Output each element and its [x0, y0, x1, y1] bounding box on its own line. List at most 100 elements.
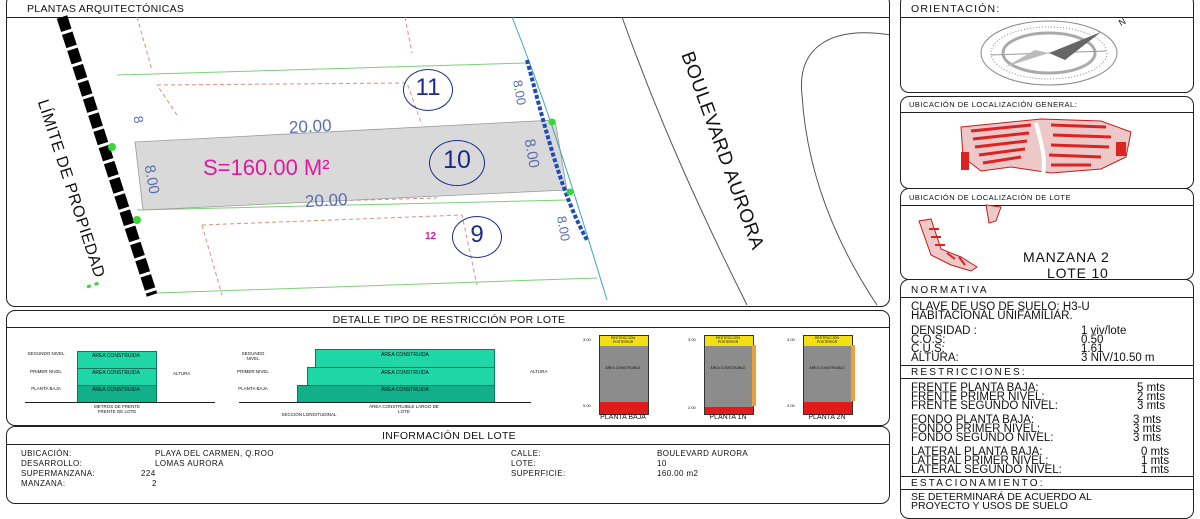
level-label: SEGUNDO NIVEL — [27, 351, 65, 356]
plan-caption: PLANTA 2N — [808, 414, 846, 421]
info-value: BOULEVARD AURORA — [657, 449, 749, 458]
caption-frente: METROS DE FRENTE FRENTE DE LOTE — [93, 404, 140, 414]
plan-side-strip — [851, 345, 855, 401]
caption-seccion: SECCIÓN LONGITUDINAL — [281, 412, 337, 417]
title-underline — [7, 327, 889, 328]
restriccion-value: 3 mts — [1133, 432, 1162, 444]
level-label: PRIMER NIVEL — [237, 369, 269, 374]
plan-front-zone — [600, 402, 648, 414]
plan-built-zone — [600, 346, 648, 402]
restriccion-value: 3 mts — [1137, 400, 1166, 412]
info-label: CALLE: — [511, 449, 541, 458]
estacionamiento-text: PROYECTO Y USOS DE SUELO — [911, 500, 1068, 512]
lot-10-number: 10 — [443, 146, 471, 174]
level-label: PRIMER NIVEL — [30, 369, 62, 374]
restriccion-label: LATERAL SEGUNDO NIVEL: — [911, 464, 1062, 476]
info-label: UBICACIÓN: — [21, 449, 72, 458]
section-divider — [901, 378, 1193, 379]
plan-built-zone — [705, 346, 753, 407]
clave-uso-suelo-desc: HABITACIONAL UNIFAMILIAR. — [911, 310, 1073, 322]
info-value: PLAYA DEL CARMEN, Q.ROO — [155, 449, 274, 458]
title-underline — [7, 444, 889, 445]
general-location-map — [960, 118, 1132, 176]
plan-planta-1n — [704, 335, 754, 415]
normativa-panel: NORMATIVA CLAVE DE USO DE SUELO: H3-U HA… — [900, 279, 1194, 519]
plan-dim: 2.00 — [688, 405, 696, 410]
info-value: 10 — [657, 459, 667, 468]
lot-area-label: S=160.00 M² — [203, 155, 330, 180]
caption-largo: ÁREA CONSTRUIBLE LARGO DE LOTE — [369, 404, 439, 414]
restriccion-label: FONDO SEGUNDO NIVEL: — [911, 432, 1054, 444]
area-construida-label: ÁREA CONSTRUIDA — [381, 387, 429, 393]
plan-dim: 3.00 — [583, 337, 591, 342]
plan-top-label: RESTRICCIÓN POSTERIOR — [814, 336, 840, 344]
plan-top-label: RESTRICCIÓN POSTERIOR — [715, 336, 741, 344]
lot-10-area — [134, 119, 568, 211]
plan-side-strip — [752, 345, 756, 406]
title-underline — [901, 297, 1193, 298]
info-label: DESARROLLO: — [21, 459, 83, 468]
level-label: SEGUNDO NIVEL — [241, 351, 265, 361]
dim-width-top: 20.00 — [288, 115, 332, 138]
survey-point — [108, 143, 116, 151]
plan-dim: 3.00 — [787, 403, 795, 408]
ground-line — [239, 402, 531, 403]
area-construida-label: ÁREA CONSTRUIDA — [92, 353, 140, 359]
lote-label: LOTE 10 — [1047, 265, 1109, 280]
normativa-title: NORMATIVA — [911, 285, 989, 296]
section-divider — [901, 476, 1193, 477]
plan-planta-baja — [599, 335, 649, 415]
dim-width-bottom: 20.00 — [304, 189, 348, 212]
altura-label: ALTURA — [173, 371, 191, 376]
plan-dim: 3.00 — [688, 337, 696, 342]
plan-dim: 5.00 — [583, 403, 591, 408]
info-value: 2 — [152, 479, 157, 488]
restriccion-label: FRENTE SEGUNDO NIVEL: — [911, 400, 1058, 412]
plantas-panel: PLANTAS ARQUITECTÓNICAS 11 10 9 20.00 20… — [6, 0, 890, 307]
restriccion-value: 1 mts — [1141, 464, 1170, 476]
detalle-panel: DETALLE TIPO DE RESTRICCIÓN POR LOTE SEG… — [6, 310, 890, 426]
lot-11-number: 11 — [415, 74, 441, 101]
level-label: PLANTA BAJA — [31, 386, 61, 391]
section-divider — [901, 365, 1193, 366]
ubicacion-lote-panel: UBICACIÓN DE LOCALIZACIÓN DE LOTE MANZAN… — [900, 188, 1194, 280]
area-construida-label: ÁREA CONSTRUIDA — [381, 370, 429, 376]
area-construida-label: ÁREA CONSTRUIDA — [92, 370, 140, 376]
plan-mid-label: ÁREA CONSTRUIBLE — [710, 366, 746, 370]
estacionamiento-title: ESTACIONAMIENTO: — [911, 478, 1045, 489]
plan-mid-label: ÁREA CONSTRUIBLE — [605, 366, 641, 370]
median-curve — [800, 32, 889, 306]
altura-value: 3 NIV/10.50 m — [1081, 352, 1155, 364]
info-label: SUPERMANZANA: — [21, 469, 96, 478]
info-panel: INFORMACIÓN DEL LOTE UBICACIÓN: PLAYA DE… — [6, 426, 890, 504]
magenta-small-label: 12 — [425, 231, 437, 242]
info-value: LOMAS AURORA — [155, 459, 224, 468]
plan-dim: 3.00 — [787, 337, 795, 342]
level-label: PLANTA BAJA — [238, 386, 268, 391]
section-divider — [901, 489, 1193, 490]
info-label: MANZANA: — [21, 479, 66, 488]
info-value: 160.00 m2 — [657, 469, 699, 478]
north-arrow-drawing — [980, 20, 1118, 86]
area-construida-label: ÁREA CONSTRUIDA — [92, 387, 140, 393]
restricciones-title: RESTRICCIONES: — [911, 367, 1027, 378]
info-title: INFORMACIÓN DEL LOTE — [382, 430, 516, 442]
survey-point — [133, 216, 141, 224]
info-value: 224 — [141, 469, 156, 478]
plan-caption: PLANTA 1N — [709, 414, 747, 421]
orientacion-panel: ORIENTACIÓN: N — [900, 0, 1194, 93]
info-label: LOTE: — [511, 459, 537, 468]
ubicacion-general-panel: UBICACIÓN DE LOCALIZACIÓN GENERAL: — [900, 96, 1194, 189]
plan-top-label: RESTRICCIÓN POSTERIOR — [610, 336, 636, 344]
area-construida-label: ÁREA CONSTRUIDA — [381, 352, 429, 358]
plan-built-zone — [804, 346, 852, 402]
lot-9-number: 9 — [470, 221, 484, 248]
plan-front-zone — [705, 407, 753, 414]
altura-label: ALTURA — [530, 369, 548, 374]
plan-planta-2n — [803, 335, 853, 415]
info-label: SUPERFICIE: — [511, 469, 566, 478]
manzana-label: MANZANA 2 — [1023, 249, 1110, 265]
detalle-title: DETALLE TIPO DE RESTRICCIÓN POR LOTE — [332, 314, 566, 326]
plan-mid-label: ÁREA CONSTRUIBLE — [809, 366, 845, 370]
altura-label: ALTURA: — [911, 352, 959, 364]
